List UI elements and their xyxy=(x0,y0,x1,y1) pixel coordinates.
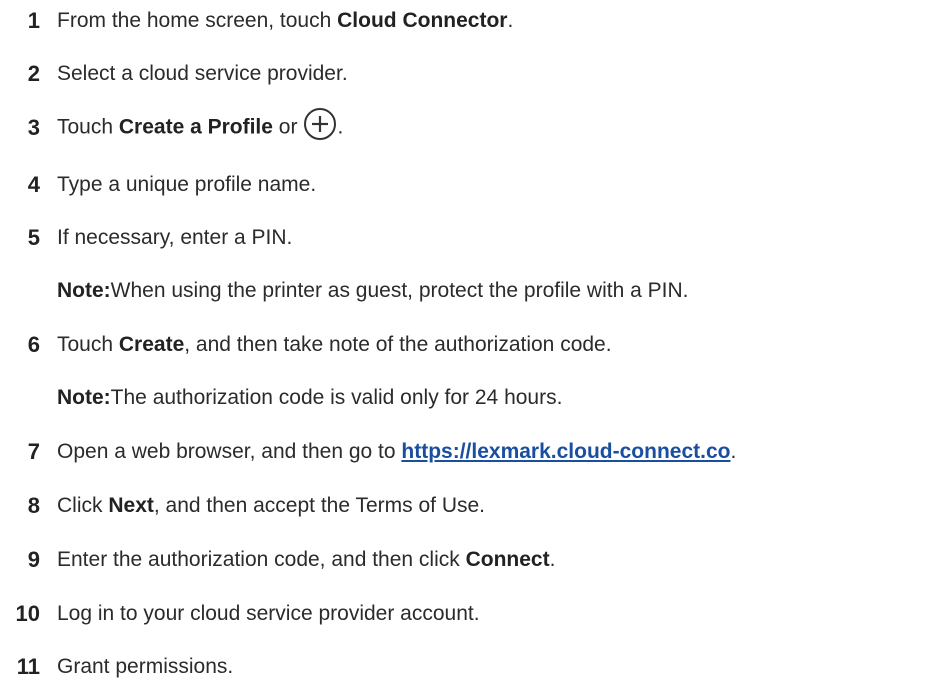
ui-term: Create a Profile xyxy=(118,115,273,139)
step-number: 9 xyxy=(27,547,40,572)
step-number: 10 xyxy=(15,601,40,626)
step-number: 5 xyxy=(27,225,40,250)
note: Note: The authorization code is valid on… xyxy=(57,380,562,416)
step-number: 1 xyxy=(27,8,40,33)
note-label: Note: xyxy=(57,386,111,409)
note-text: The authorization code is valid only for… xyxy=(110,386,563,409)
ui-term: Connect xyxy=(465,548,550,571)
cloud-connect-link[interactable]: https://lexmark.cloud-connect.co xyxy=(401,440,730,463)
step-text: Type a unique profile name. xyxy=(57,173,317,196)
ui-term: Next xyxy=(108,494,154,517)
step-4: 4 Type a unique profile name. xyxy=(0,167,941,203)
step-text: If necessary, enter a PIN. xyxy=(57,226,293,249)
step-number: 4 xyxy=(27,172,40,197)
step-11: 11 Grant permissions. xyxy=(0,649,941,685)
step-number: 8 xyxy=(27,493,40,518)
note: Note: When using the printer as guest, p… xyxy=(57,273,688,309)
step-9: 9 Enter the authorization code, and then… xyxy=(0,542,941,578)
step-1: 1 From the home screen, touch Cloud Conn… xyxy=(0,3,941,39)
step-number: 3 xyxy=(27,115,40,140)
step-text: Log in to your cloud service provider ac… xyxy=(57,602,480,625)
step-2: 2 Select a cloud service provider. xyxy=(0,56,941,92)
step-3: 3 Touch Create a Profile or. xyxy=(0,108,941,146)
step-number: 11 xyxy=(16,654,40,679)
step-5: 5 If necessary, enter a PIN. xyxy=(0,220,941,256)
note-label: Note: xyxy=(57,279,111,302)
ui-term: Cloud Connector xyxy=(337,9,508,32)
note-text: When using the printer as guest, protect… xyxy=(110,279,689,302)
ui-term: Create xyxy=(118,333,185,356)
step-number: 7 xyxy=(27,439,40,464)
step-text: Grant permissions. xyxy=(57,655,234,678)
step-text: Open a web browser, and then go to https… xyxy=(57,440,737,463)
step-text: Enter the authorization code, and then c… xyxy=(57,548,556,571)
step-text: Click Next, and then accept the Terms of… xyxy=(57,494,486,517)
step-8: 8 Click Next, and then accept the Terms … xyxy=(0,488,941,524)
step-text: From the home screen, touch Cloud Connec… xyxy=(57,9,514,32)
step-text: Touch Create a Profile or. xyxy=(57,108,343,141)
step-10: 10 Log in to your cloud service provider… xyxy=(0,596,941,632)
step-7: 7 Open a web browser, and then go to htt… xyxy=(0,434,941,470)
step-6: 6 Touch Create, and then take note of th… xyxy=(0,327,941,363)
step-number: 2 xyxy=(27,61,40,86)
plus-circle-icon xyxy=(303,107,337,141)
step-text: Touch Create, and then take note of the … xyxy=(57,333,612,356)
step-text: Select a cloud service provider. xyxy=(57,62,348,85)
step-number: 6 xyxy=(27,332,40,357)
